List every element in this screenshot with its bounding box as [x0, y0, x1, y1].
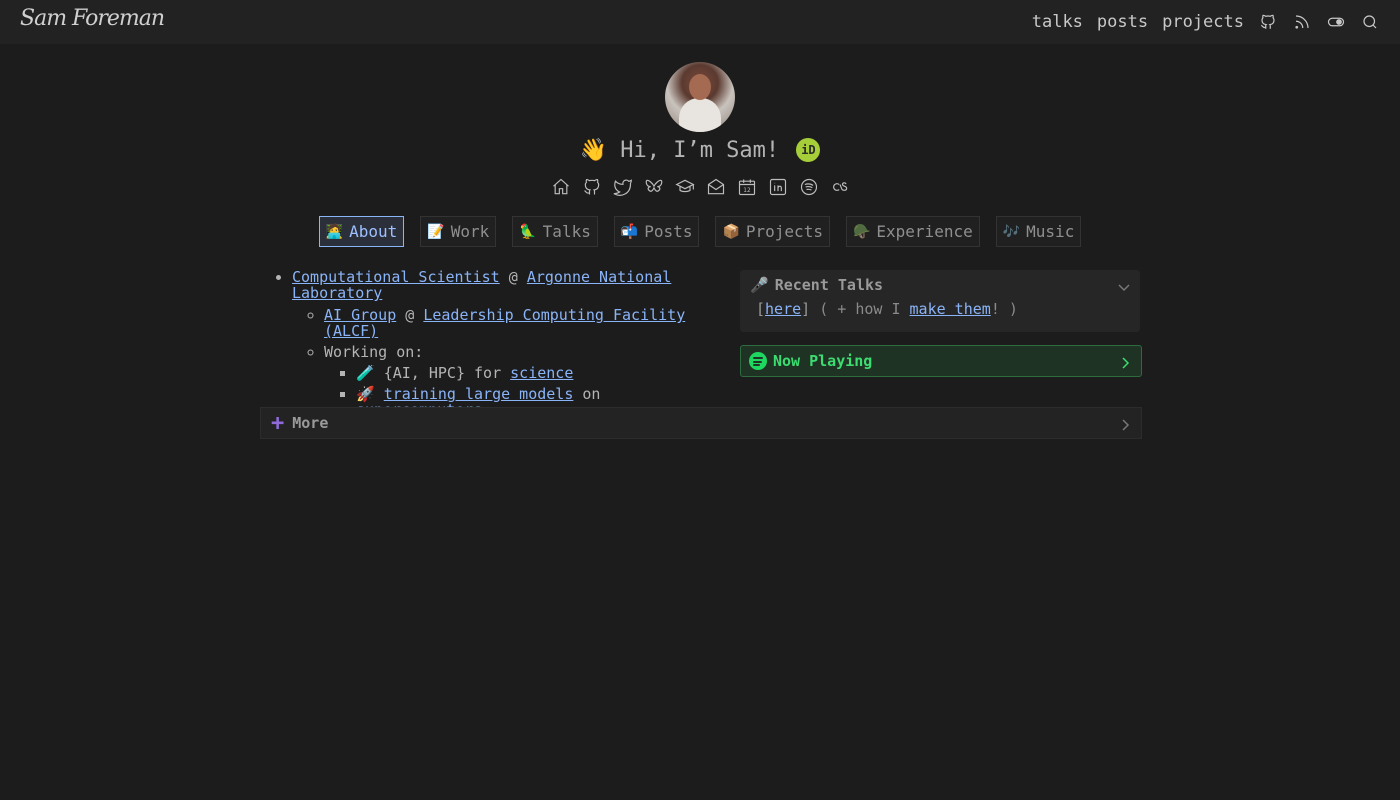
paren-close: ! ) [990, 300, 1018, 318]
at-sign: @ [508, 268, 518, 286]
greeting-text: Hi, I’m Sam! [620, 138, 780, 163]
tab-posts[interactable]: 📬 Posts [613, 216, 700, 247]
tab-label: Music [1026, 222, 1075, 241]
bracket-open: [ [756, 300, 766, 318]
list-item: Computational Scientist @ Argonne Nation… [292, 269, 730, 418]
list-item: 🧪 {AI, HPC} for science [356, 365, 730, 381]
tab-emoji: 🪖 [852, 223, 871, 240]
microphone-icon: 🎤 [750, 276, 769, 294]
wave-emoji: 👋 [579, 138, 607, 163]
tab-emoji: 📦 [722, 223, 740, 240]
more-header[interactable]: + More [261, 408, 1141, 438]
list-item: AI Group @ Leadership Computing Facility… [324, 307, 730, 339]
about-list: Computational Scientist @ Argonne Nation… [260, 264, 730, 423]
recent-talks-body: [here] ( + how I make them! ) [740, 300, 1140, 318]
bluesky-icon[interactable] [644, 176, 664, 198]
at-sign: @ [405, 306, 415, 324]
how-text: ( + how I [819, 300, 901, 318]
top-navbar: Sam Foreman talks posts projects [0, 0, 1400, 44]
twitter-icon[interactable] [613, 176, 633, 198]
bracket-close: ] [801, 300, 811, 318]
avatar [665, 62, 735, 132]
home-icon[interactable] [551, 176, 571, 198]
chevron-right-icon[interactable] [1119, 416, 1131, 431]
recent-talks-callout: 🎤 Recent Talks [here] ( + how I make the… [740, 270, 1140, 332]
email-icon[interactable] [706, 176, 726, 198]
tab-label: Talks [542, 222, 591, 241]
tab-emoji: 📬 [620, 223, 639, 240]
here-link[interactable]: here [765, 300, 801, 318]
test-tube-emoji: 🧪 [356, 364, 375, 382]
make-them-link[interactable]: make them [910, 300, 991, 318]
linkedin-icon[interactable] [768, 176, 788, 198]
tab-emoji: 🧑‍💻 [325, 223, 344, 240]
chevron-down-icon[interactable] [1118, 278, 1130, 292]
tab-label: Posts [644, 222, 693, 241]
site-logo[interactable]: Sam Foreman [20, 6, 165, 31]
tab-emoji: 🦜 [519, 223, 537, 240]
theme-toggle-icon[interactable] [1326, 12, 1346, 32]
orcid-icon[interactable]: iD [796, 138, 821, 162]
tab-talks[interactable]: 🦜 Talks [512, 216, 598, 247]
social-links: 12 [0, 176, 1400, 198]
avatar-face [689, 74, 711, 100]
science-link[interactable]: science [510, 364, 573, 382]
avatar-shirt [679, 98, 721, 132]
tab-label: Work [450, 222, 490, 241]
svg-text:12: 12 [743, 188, 751, 194]
tab-label: About [349, 222, 398, 241]
lastfm-icon[interactable] [830, 176, 850, 198]
tab-music[interactable]: 🎶 Music [995, 216, 1082, 247]
tab-label: Projects [745, 222, 823, 241]
section-tabs: 🧑‍💻 About 📝 Work 🦜 Talks 📬 Posts 📦 Proje… [0, 216, 1400, 247]
more-callout[interactable]: + More [260, 407, 1142, 439]
spotify-icon[interactable] [799, 176, 819, 198]
calendar-icon[interactable]: 12 [737, 176, 757, 198]
now-playing-header[interactable]: Now Playing [741, 346, 1141, 376]
spotify-icon [749, 352, 767, 370]
nav-link-talks[interactable]: talks [1032, 12, 1083, 32]
on-text: on [582, 385, 601, 403]
graduation-cap-icon[interactable] [674, 176, 695, 198]
nav-link-projects[interactable]: projects [1162, 12, 1244, 32]
tab-projects[interactable]: 📦 Projects [715, 216, 830, 247]
working-on-label: Working on: [324, 343, 424, 361]
recent-talks-header[interactable]: 🎤 Recent Talks [740, 270, 1140, 300]
chevron-right-icon[interactable] [1119, 354, 1131, 369]
tab-about[interactable]: 🧑‍💻 About [318, 216, 405, 247]
more-title: More [292, 414, 329, 432]
tab-work[interactable]: 📝 Work [420, 216, 497, 247]
now-playing-callout[interactable]: Now Playing [740, 345, 1142, 377]
plus-icon: + [271, 410, 285, 436]
tab-emoji: 📝 [427, 223, 445, 240]
nav-links: talks posts projects [1032, 0, 1380, 44]
recent-talks-title: Recent Talks [774, 276, 884, 294]
nav-link-posts[interactable]: posts [1097, 12, 1148, 32]
search-icon[interactable] [1360, 12, 1380, 32]
tab-label: Experience [876, 222, 973, 241]
now-playing-title: Now Playing [773, 352, 873, 370]
ai-hpc-text: {AI, HPC} for [383, 364, 502, 382]
github-icon[interactable] [1258, 12, 1278, 32]
github-icon[interactable] [582, 176, 602, 198]
tab-experience[interactable]: 🪖 Experience [845, 216, 980, 247]
tab-emoji: 🎶 [1002, 223, 1021, 240]
rss-icon[interactable] [1292, 12, 1312, 32]
greeting: 👋 Hi, I’m Sam! iD [0, 138, 1400, 163]
